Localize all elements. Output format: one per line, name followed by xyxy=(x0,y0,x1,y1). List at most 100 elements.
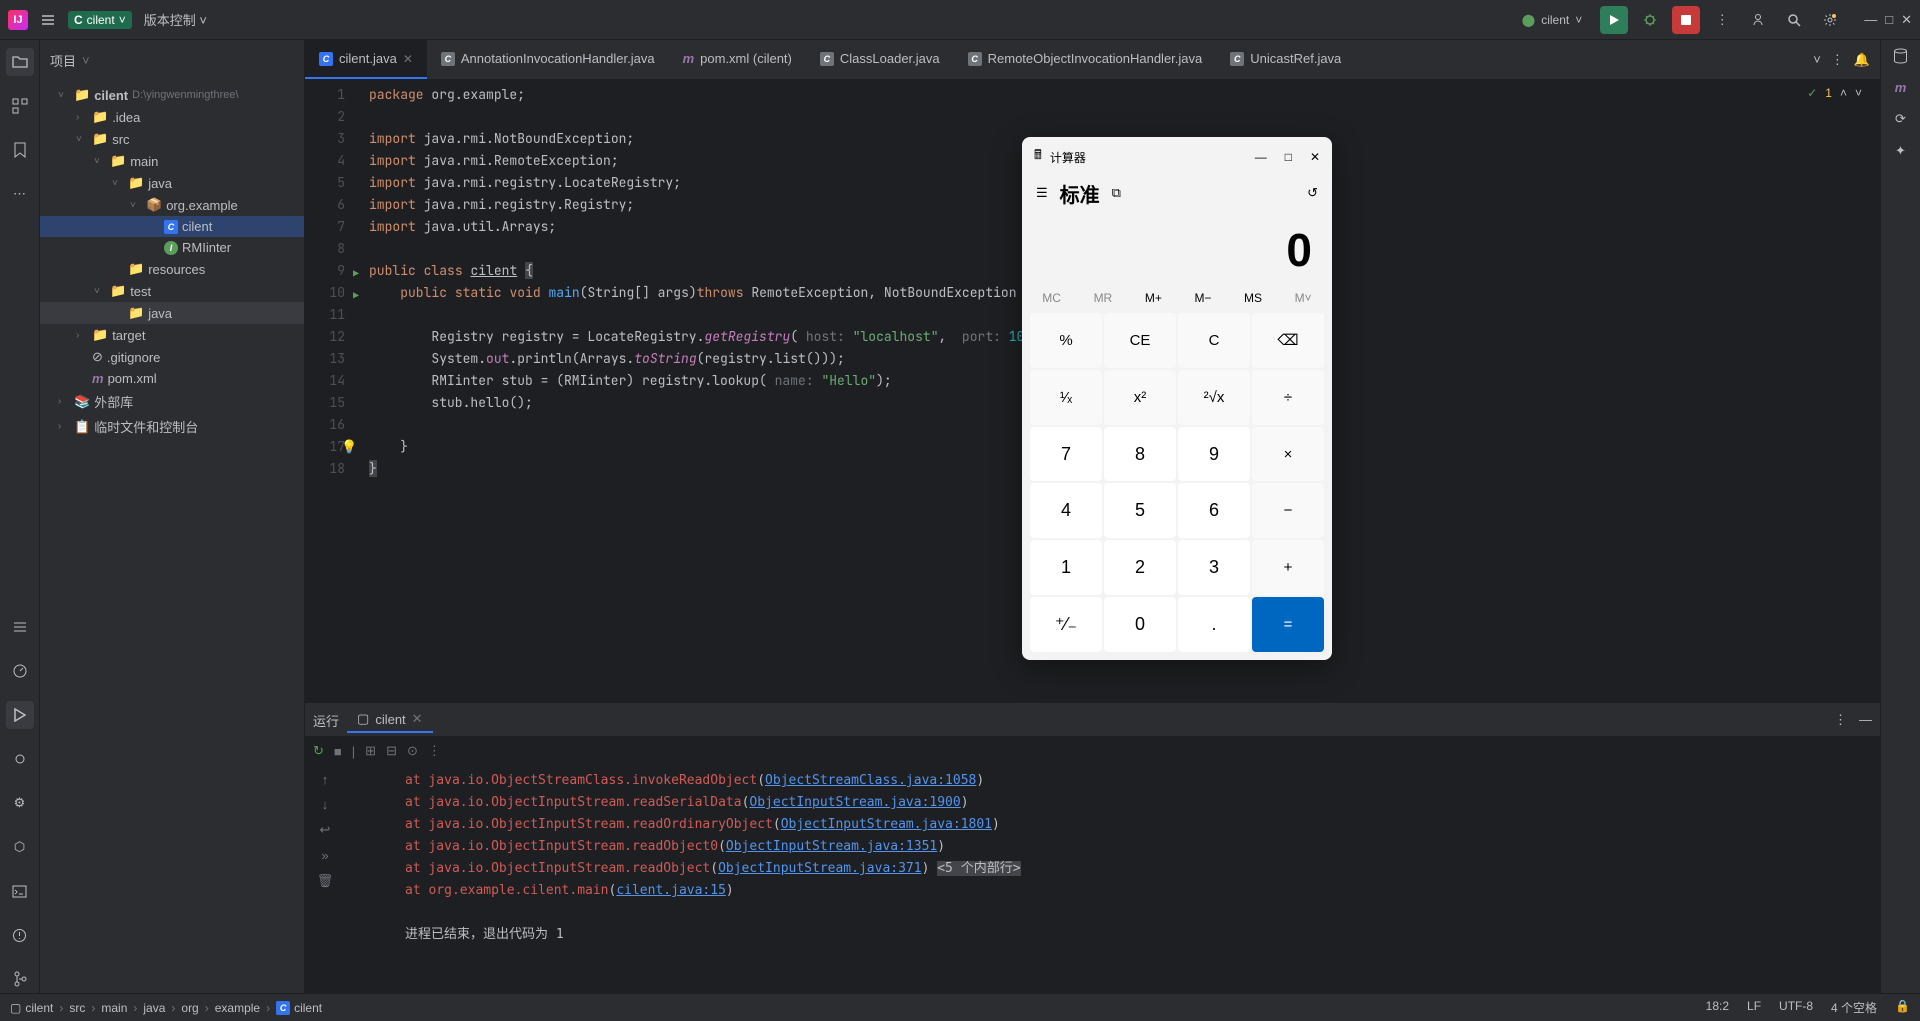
search-icon[interactable] xyxy=(1780,6,1808,34)
tree-item[interactable]: ˅📁 src xyxy=(40,128,304,150)
calc-key-backspace[interactable]: ⌫ xyxy=(1252,313,1324,368)
run-panel-minimize-icon[interactable]: — xyxy=(1859,712,1872,728)
calc-history-icon[interactable]: ↺ xyxy=(1307,185,1318,201)
more-actions-button[interactable]: ⋮ xyxy=(1708,6,1736,34)
calc-key-7[interactable]: 7 xyxy=(1030,427,1102,482)
calc-key-add[interactable]: + xyxy=(1252,540,1324,595)
editor-tab[interactable]: CUnicastRef.java xyxy=(1216,40,1355,79)
tree-item[interactable]: ›📚 外部库 xyxy=(40,389,304,414)
gutter-run-icon[interactable]: ▶ xyxy=(353,285,359,307)
clear-all-icon[interactable]: 🗑 xyxy=(317,873,334,889)
scroll-to-end-icon[interactable]: » xyxy=(321,848,328,863)
run-config-selector[interactable]: ⬤ cilent ˅ xyxy=(1512,9,1592,31)
breadcrumb-item[interactable]: ▢ cilent xyxy=(10,1001,53,1015)
calc-key-inverse[interactable]: ¹⁄ₓ xyxy=(1030,370,1102,425)
tree-item[interactable]: I RMIinter xyxy=(40,237,304,258)
calc-key-ce[interactable]: CE xyxy=(1104,313,1176,368)
todo-tool-button[interactable] xyxy=(6,613,34,641)
tree-item[interactable]: 📁 resources xyxy=(40,258,304,280)
soft-wrap-icon[interactable]: ↩ xyxy=(320,822,331,838)
stop-button[interactable] xyxy=(1672,6,1700,34)
bookmarks-tool-button[interactable] xyxy=(6,136,34,164)
tab-more-icon[interactable]: ⋮ xyxy=(1831,52,1844,68)
ai-tool-button[interactable]: ✦ xyxy=(1895,143,1906,159)
cursor-position[interactable]: 18:2 xyxy=(1706,999,1729,1016)
scroll-up-icon[interactable]: ↑ xyxy=(322,772,329,787)
coverage-tool-button[interactable]: ⟳ xyxy=(1895,111,1906,127)
scroll-down-icon[interactable]: ↓ xyxy=(322,797,329,812)
breadcrumb-item[interactable]: src xyxy=(69,1001,85,1015)
build-tool-button[interactable]: ⚙ xyxy=(6,789,34,817)
editor-tab[interactable]: CClassLoader.java xyxy=(806,40,954,79)
calc-titlebar[interactable]: 🖩 计算器 — □ ✕ xyxy=(1026,141,1328,173)
more-tool-button[interactable]: ⋯ xyxy=(6,180,34,208)
console-layout-icon[interactable]: ⊞ xyxy=(365,743,376,759)
calc-menu-icon[interactable]: ☰ xyxy=(1036,185,1048,201)
calc-key-dot[interactable]: . xyxy=(1178,597,1250,652)
services-tool-button[interactable]: ⬡ xyxy=(6,833,34,861)
notifications-icon[interactable]: 🔔 xyxy=(1854,52,1870,68)
calc-key-9[interactable]: 9 xyxy=(1178,427,1250,482)
calc-close-button[interactable]: ✕ xyxy=(1310,150,1320,164)
calc-key-8[interactable]: 8 xyxy=(1104,427,1176,482)
calc-key-percent[interactable]: % xyxy=(1030,313,1102,368)
calc-key-multiply[interactable]: × xyxy=(1252,427,1324,482)
calc-key-2[interactable]: 2 xyxy=(1104,540,1176,595)
calc-pin-icon[interactable]: ⧉ xyxy=(1112,185,1121,201)
breadcrumb-item[interactable]: org xyxy=(181,1001,198,1015)
project-selector[interactable]: Ccilent ˅ xyxy=(68,11,132,29)
tab-dropdown-icon[interactable]: ˅ xyxy=(1813,52,1821,67)
run-panel-more-icon[interactable]: ⋮ xyxy=(1834,712,1847,728)
tree-item[interactable]: m pom.xml xyxy=(40,368,304,389)
tree-item-cilent[interactable]: C cilent xyxy=(40,216,304,237)
vcs-tool-button[interactable] xyxy=(6,965,34,993)
calc-key-1[interactable]: 1 xyxy=(1030,540,1102,595)
window-close-button[interactable]: ✕ xyxy=(1901,12,1912,28)
calc-key-5[interactable]: 5 xyxy=(1104,483,1176,538)
console-output[interactable]: at java.io.ObjectStreamClass.invokeReadO… xyxy=(345,766,1880,993)
terminal-tool-button[interactable] xyxy=(6,877,34,905)
rerun-button[interactable]: ↻ xyxy=(313,743,324,759)
window-minimize-button[interactable]: — xyxy=(1864,12,1877,28)
structure-tool-button[interactable] xyxy=(6,92,34,120)
project-panel-header[interactable]: 项目 ˅ xyxy=(40,40,304,80)
tree-item[interactable]: ˅📁 java xyxy=(40,172,304,194)
calc-key-3[interactable]: 3 xyxy=(1178,540,1250,595)
breadcrumb-item[interactable]: C cilent xyxy=(276,1001,322,1015)
settings-icon[interactable] xyxy=(1816,6,1844,34)
tree-item[interactable]: ›📁 target xyxy=(40,324,304,346)
tree-item[interactable]: ˅📁 main xyxy=(40,150,304,172)
calc-ms-button[interactable]: MS xyxy=(1244,291,1262,305)
calc-mplus-button[interactable]: M+ xyxy=(1145,291,1162,305)
tree-item-test-java[interactable]: 📁 java xyxy=(40,302,304,324)
run-button[interactable] xyxy=(1600,6,1628,34)
calc-key-0[interactable]: 0 xyxy=(1104,597,1176,652)
gutter-run-icon[interactable]: ▶ xyxy=(353,263,359,285)
breadcrumb-item[interactable]: example xyxy=(215,1001,260,1015)
problems-tool-button[interactable] xyxy=(6,921,34,949)
console-settings-icon[interactable]: ⊙ xyxy=(407,743,418,759)
tree-item[interactable]: ˅📦 org.example xyxy=(40,194,304,216)
file-encoding[interactable]: UTF-8 xyxy=(1779,999,1813,1016)
calc-key-4[interactable]: 4 xyxy=(1030,483,1102,538)
calc-maximize-button[interactable]: □ xyxy=(1285,150,1292,164)
editor-tab[interactable]: CAnnotationInvocationHandler.java xyxy=(427,40,669,79)
close-icon[interactable]: ✕ xyxy=(403,52,413,66)
calc-key-divide[interactable]: ÷ xyxy=(1252,370,1324,425)
calc-key-subtract[interactable]: − xyxy=(1252,483,1324,538)
database-tool-button[interactable] xyxy=(1893,48,1908,64)
bulb-icon[interactable]: 💡 xyxy=(341,436,357,458)
breadcrumb-item[interactable]: java xyxy=(143,1001,165,1015)
breadcrumb-item[interactable]: main xyxy=(101,1001,127,1015)
window-maximize-button[interactable]: □ xyxy=(1885,12,1893,28)
editor-tab-cilent[interactable]: Ccilent.java✕ xyxy=(305,40,427,79)
debug-button[interactable] xyxy=(1636,6,1664,34)
run-tab-config[interactable]: ▢ cilent ✕ xyxy=(347,707,433,733)
calc-key-c[interactable]: C xyxy=(1178,313,1250,368)
calc-minimize-button[interactable]: — xyxy=(1255,150,1267,164)
profiler-tool-button[interactable] xyxy=(6,657,34,685)
stop-process-button[interactable]: ■ xyxy=(334,744,342,759)
maven-tool-button[interactable]: m xyxy=(1895,80,1907,95)
editor-tab[interactable]: CRemoteObjectInvocationHandler.java xyxy=(954,40,1217,79)
tree-item[interactable]: ›📋 临时文件和控制台 xyxy=(40,414,304,439)
